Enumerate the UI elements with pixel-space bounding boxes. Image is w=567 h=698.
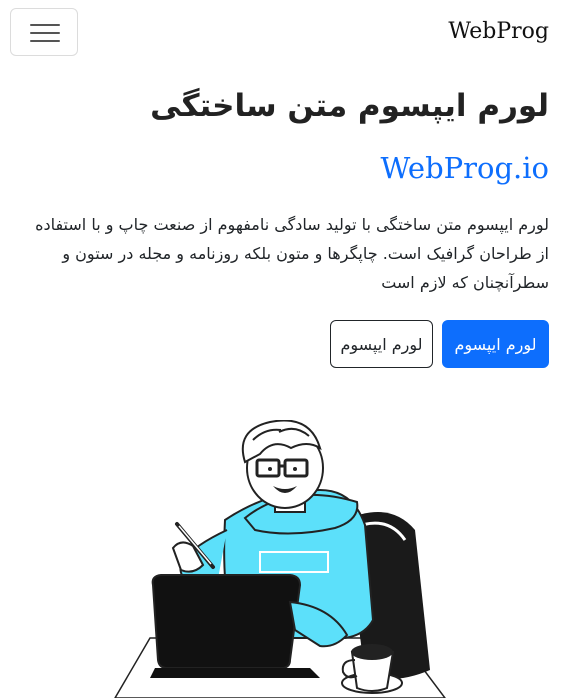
navbar-toggler-button[interactable] — [10, 8, 78, 56]
outline-button[interactable]: لورم ایپسوم — [330, 320, 433, 368]
navbar: WebProg — [0, 0, 567, 68]
hero-description: لورم ایپسوم متن ساختگی با تولید سادگی نا… — [35, 215, 549, 292]
navbar-brand[interactable]: WebProg — [448, 19, 549, 44]
developer-illustration — [114, 420, 446, 698]
hero-subtitle: WebProg.io — [380, 151, 549, 185]
primary-button[interactable]: لورم ایپسوم — [442, 320, 549, 368]
hero-title: لورم ایپسوم متن ساختگی — [150, 88, 549, 124]
